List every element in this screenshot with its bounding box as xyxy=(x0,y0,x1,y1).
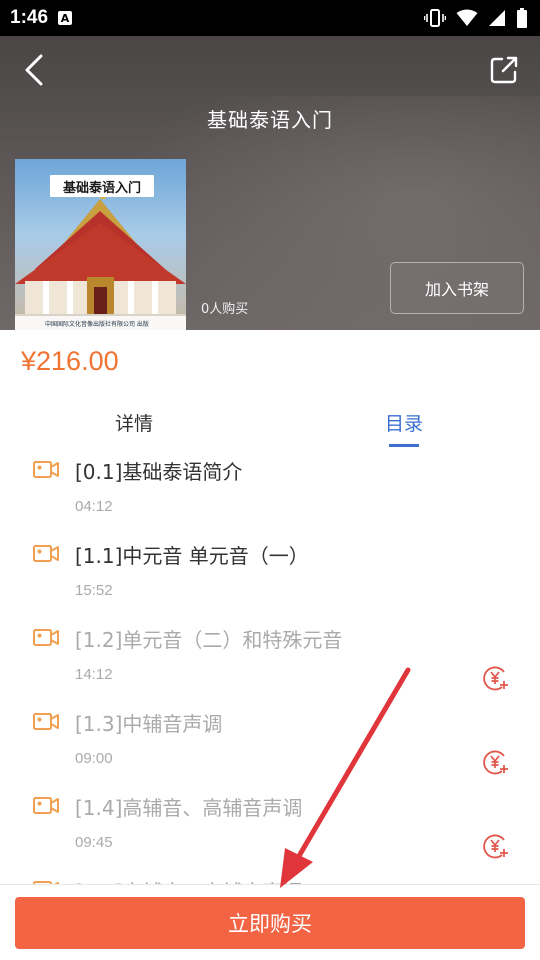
vibrate-icon xyxy=(424,9,446,27)
lesson-duration: 09:00 xyxy=(75,750,113,767)
catalog-list[interactable]: [0.1]基础泰语简介 04:12 [1.1]中元音 单元音（一） 15:52 … xyxy=(0,448,540,884)
lesson-item[interactable]: [1.2]单元音（二）和特殊元音 14:12 xyxy=(0,616,540,700)
status-icons xyxy=(424,8,528,28)
yen-pay-icon[interactable] xyxy=(482,832,510,860)
cover-title-label: 基础泰语入门 xyxy=(50,175,154,197)
tab-active-indicator xyxy=(389,444,419,447)
lesson-title: [1.2]单元音（二）和特殊元音 xyxy=(75,628,343,652)
battery-icon xyxy=(517,8,527,28)
lesson-title: [1.3]中辅音声调 xyxy=(75,712,223,736)
lesson-title: [1.1]中元音 单元音（一） xyxy=(75,544,309,568)
video-camera-icon xyxy=(33,629,59,646)
video-camera-icon xyxy=(33,713,59,730)
lesson-duration: 04:12 xyxy=(75,498,113,515)
course-header: 基础泰语入门 基础泰语入门 中国国际文化音像出版社有限公司 出版 0人购买 加入… xyxy=(0,36,540,330)
lesson-item[interactable]: [1.5]高辅音、高辅音声调 xyxy=(0,868,540,884)
status-bar: 1:46 A xyxy=(0,0,540,36)
back-button[interactable] xyxy=(16,50,52,90)
cover-publisher: 中国国际文化音像出版社有限公司 出版 xyxy=(15,316,186,330)
lesson-duration: 09:45 xyxy=(75,834,113,851)
video-camera-icon xyxy=(33,797,59,814)
course-cover-image: 基础泰语入门 中国国际文化音像出版社有限公司 出版 xyxy=(15,159,186,330)
yen-pay-icon[interactable] xyxy=(482,748,510,776)
share-icon xyxy=(490,56,518,84)
back-arrow-icon xyxy=(25,54,43,86)
lesson-duration: 15:52 xyxy=(75,582,113,599)
course-title: 基础泰语入门 xyxy=(207,108,333,132)
buy-now-button[interactable]: 立即购买 xyxy=(15,897,525,949)
yen-pay-icon[interactable] xyxy=(482,664,510,692)
status-time: 1:46 xyxy=(10,7,49,28)
lesson-item[interactable]: [1.4]高辅音、高辅音声调 09:45 xyxy=(0,784,540,868)
bottom-bar: 立即购买 xyxy=(0,884,540,960)
signal-icon xyxy=(489,10,505,26)
tab-catalog[interactable]: 目录 xyxy=(385,409,423,443)
wifi-icon xyxy=(456,9,478,26)
video-camera-icon xyxy=(33,545,59,562)
course-price: ¥216.00 xyxy=(21,346,119,376)
lesson-title: [1.5]高辅音、高辅音声调 xyxy=(75,876,302,884)
lesson-title: [1.4]高辅音、高辅音声调 xyxy=(75,796,303,820)
lesson-item[interactable]: [1.3]中辅音声调 09:00 xyxy=(0,700,540,784)
lesson-item[interactable]: [0.1]基础泰语简介 04:12 xyxy=(0,448,540,532)
add-to-shelf-button[interactable]: 加入书架 xyxy=(390,262,524,314)
lesson-item[interactable]: [1.1]中元音 单元音（一） 15:52 xyxy=(0,532,540,616)
tab-details[interactable]: 详情 xyxy=(115,409,153,443)
notification-a-icon: A xyxy=(58,11,73,25)
lesson-duration: 14:12 xyxy=(75,666,113,683)
purchase-count: 0人购买 xyxy=(201,302,249,317)
lesson-title: [0.1]基础泰语简介 xyxy=(75,460,243,484)
video-camera-icon xyxy=(33,461,59,478)
share-button[interactable] xyxy=(484,50,524,90)
